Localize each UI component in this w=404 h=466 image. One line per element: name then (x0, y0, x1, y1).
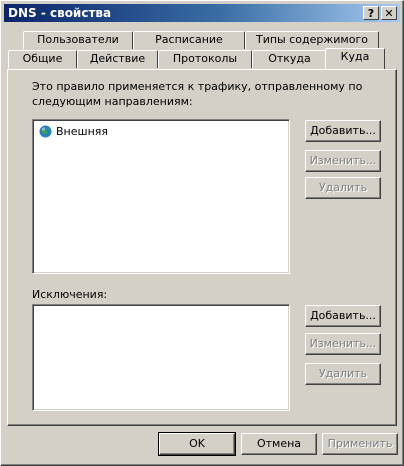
destination-list[interactable]: Внешняя (32, 119, 290, 274)
help-button[interactable]: ? (363, 6, 379, 20)
exceptions-list[interactable] (32, 304, 290, 411)
globe-icon (39, 125, 52, 138)
tab-to[interactable]: Куда (325, 48, 385, 69)
tab-action[interactable]: Действие (77, 50, 158, 68)
tab-schedule[interactable]: Расписание (133, 31, 245, 49)
tab-general[interactable]: Общие (8, 50, 77, 68)
window-title: DNS - свойства (8, 6, 112, 20)
add-exception-button[interactable]: Добавить... (305, 305, 381, 327)
edit-destination-button[interactable]: Изменить... (305, 150, 381, 172)
exceptions-label: Исключения: (32, 288, 108, 301)
tab-protocols[interactable]: Протоколы (158, 50, 252, 68)
tab-users[interactable]: Пользователи (23, 31, 133, 49)
tab-content-types[interactable]: Типы содержимого (245, 31, 379, 49)
properties-dialog: DNS - свойства ? ✕ Пользователи Расписан… (0, 0, 404, 466)
ok-button[interactable]: OK (158, 432, 236, 456)
cancel-button[interactable]: Отмена (241, 433, 317, 455)
edit-exception-button[interactable]: Изменить... (305, 333, 381, 355)
close-button[interactable]: ✕ (381, 6, 397, 20)
tab-panel-to: Это правило применяется к трафику, отпра… (7, 69, 397, 426)
tab-from[interactable]: Откуда (252, 50, 327, 68)
remove-destination-button[interactable]: Удалить (305, 177, 381, 199)
add-destination-button[interactable]: Добавить... (305, 120, 381, 142)
remove-exception-button[interactable]: Удалить (305, 363, 381, 385)
list-item-label: Внешняя (56, 125, 108, 138)
title-bar[interactable]: DNS - свойства ? ✕ (4, 4, 400, 22)
apply-button[interactable]: Применить (322, 433, 398, 455)
rule-description-line1: Это правило применяется к трафику, отпра… (32, 80, 363, 93)
rule-description-line2: следующим направлениям: (32, 95, 193, 108)
